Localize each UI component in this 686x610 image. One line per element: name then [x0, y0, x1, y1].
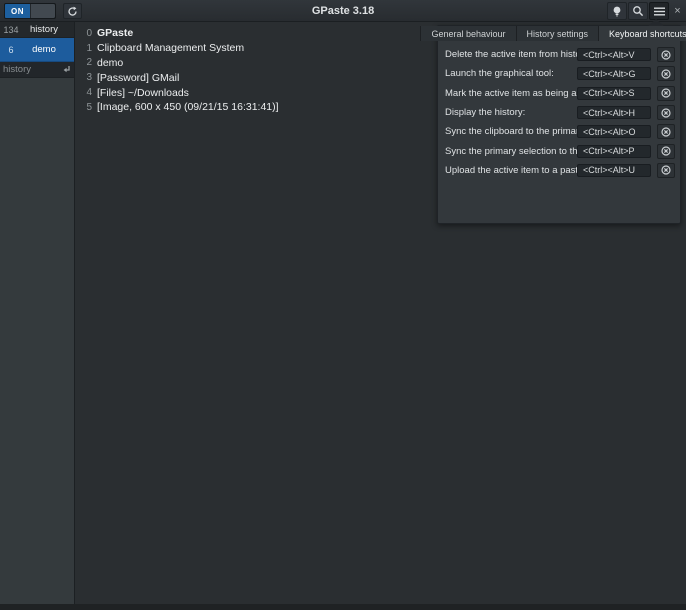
shortcut-clear-button[interactable] — [657, 66, 675, 81]
item-text: [Files] ~/Downloads — [97, 87, 189, 99]
refresh-icon — [67, 6, 78, 17]
shortcut-input-sync-primary-clipboard[interactable] — [577, 145, 651, 158]
settings-popover: General behaviour History settings Keybo… — [437, 25, 681, 224]
switch-on-label: ON — [5, 4, 30, 18]
sidebar-filler — [0, 78, 74, 604]
shortcut-clear-button[interactable] — [657, 47, 675, 62]
shortcut-input-delete-item[interactable] — [577, 48, 651, 61]
shortcut-label: Delete the active item from history: — [445, 49, 577, 60]
keyboard-shortcuts-panel: Delete the active item from history: Lau… — [438, 41, 680, 180]
item-text: [Password] GMail — [97, 72, 179, 84]
shortcut-label: Sync the clipboard to the primary select… — [445, 126, 577, 137]
history-row-demo[interactable]: 6 demo — [0, 38, 74, 62]
item-text: demo — [97, 57, 123, 69]
window-title: GPaste 3.18 — [0, 0, 686, 22]
shortcut-row-mark-password: Mark the active item as being a password… — [445, 84, 675, 103]
shortcut-label: Sync the primary selection to the clipbo… — [445, 146, 577, 157]
window-bottom-edge — [0, 604, 686, 610]
new-history-entry-row — [0, 62, 74, 78]
shortcut-input-launch-tool[interactable] — [577, 67, 651, 80]
histories-sidebar: 134 history 6 demo — [0, 22, 75, 604]
item-text: Clipboard Management System — [97, 42, 244, 54]
popover-arrow — [648, 19, 664, 26]
header-bar: ON GPaste 3.18 — [0, 0, 686, 22]
circled-x-icon — [661, 50, 671, 60]
history-item-name: demo — [22, 44, 74, 55]
circled-x-icon — [661, 146, 671, 156]
item-text: GPaste — [97, 27, 133, 39]
shortcut-label: Launch the graphical tool: — [445, 68, 577, 79]
shortcut-row-sync-clipboard-primary: Sync the clipboard to the primary select… — [445, 122, 675, 141]
hamburger-menu-icon — [654, 7, 665, 16]
close-icon: × — [674, 5, 680, 17]
circled-x-icon — [661, 108, 671, 118]
close-button[interactable]: × — [671, 4, 684, 18]
shortcut-row-display-history: Display the history: — [445, 103, 675, 122]
shortcut-input-mark-password[interactable] — [577, 87, 651, 100]
item-index: 1 — [85, 43, 92, 54]
shortcut-label: Mark the active item as being a password… — [445, 88, 577, 99]
shortcut-input-sync-clipboard-primary[interactable] — [577, 125, 651, 138]
shortcut-clear-button[interactable] — [657, 163, 675, 178]
tracking-toggle-switch[interactable]: ON — [4, 3, 56, 19]
menu-button[interactable] — [649, 2, 669, 20]
shortcut-input-upload-pastebin[interactable] — [577, 164, 651, 177]
search-icon — [632, 5, 644, 17]
switch-knob — [30, 4, 55, 18]
item-index: 4 — [85, 87, 92, 98]
item-index: 0 — [85, 28, 92, 39]
settings-tabs: General behaviour History settings Keybo… — [438, 26, 680, 41]
circled-x-icon — [661, 127, 671, 137]
tab-history-settings[interactable]: History settings — [517, 26, 600, 41]
shortcut-clear-button[interactable] — [657, 86, 675, 101]
gpaste-window: ON GPaste 3.18 — [0, 0, 686, 610]
tab-keyboard-shortcuts[interactable]: Keyboard shortcuts — [599, 26, 686, 41]
lightbulb-icon — [611, 5, 623, 18]
shortcut-row-sync-primary-clipboard: Sync the primary selection to the clipbo… — [445, 141, 675, 160]
shortcut-row-upload-pastebin: Upload the active item to a pastebin ser… — [445, 161, 675, 180]
shortcut-label: Upload the active item to a pastebin ser… — [445, 165, 577, 176]
item-index: 2 — [85, 57, 92, 68]
history-item-count: 134 — [0, 25, 22, 35]
history-item-name: history — [22, 24, 74, 35]
new-history-input[interactable] — [3, 64, 62, 75]
shortcut-clear-button[interactable] — [657, 105, 675, 120]
shortcut-row-delete-item: Delete the active item from history: — [445, 45, 675, 64]
tab-general-behaviour[interactable]: General behaviour — [420, 26, 516, 41]
circled-x-icon — [661, 165, 671, 175]
shortcut-row-launch-tool: Launch the graphical tool: — [445, 64, 675, 83]
circled-x-icon — [661, 88, 671, 98]
shortcut-clear-button[interactable] — [657, 144, 675, 159]
search-button[interactable] — [628, 2, 648, 20]
about-button[interactable] — [607, 2, 627, 20]
refresh-button[interactable] — [63, 3, 82, 19]
shortcut-clear-button[interactable] — [657, 124, 675, 139]
circled-x-icon — [661, 69, 671, 79]
shortcut-input-display-history[interactable] — [577, 106, 651, 119]
item-index: 3 — [85, 72, 92, 83]
return-arrow-icon[interactable] — [62, 65, 71, 75]
history-row-history[interactable]: 134 history — [0, 22, 74, 38]
item-text: [Image, 600 x 450 (09/21/15 16:31:41)] — [97, 101, 279, 113]
shortcut-label: Display the history: — [445, 107, 577, 118]
history-item-count: 6 — [0, 45, 22, 55]
item-index: 5 — [85, 102, 92, 113]
